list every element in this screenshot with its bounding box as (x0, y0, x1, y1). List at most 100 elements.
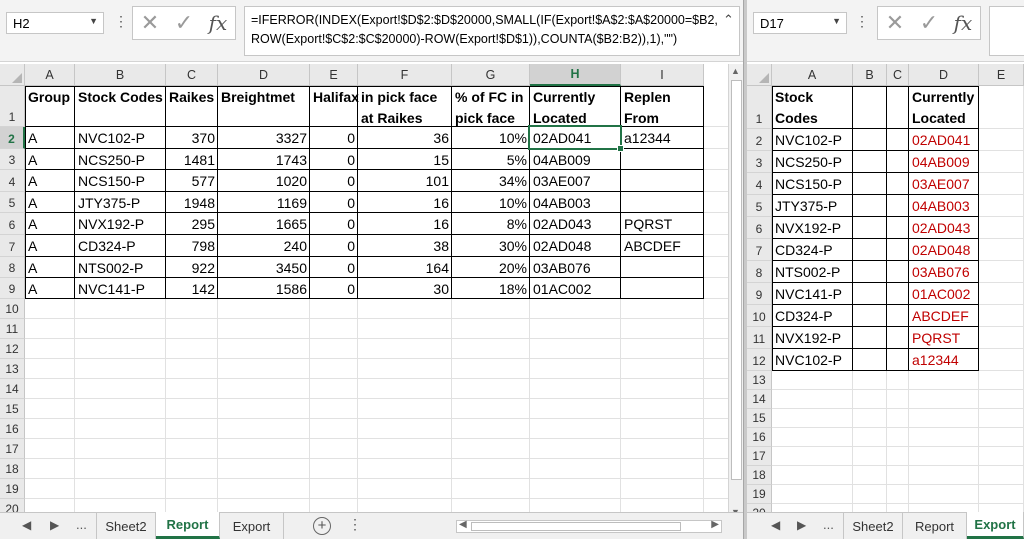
cell-stock-code[interactable]: JTY375-P (75, 193, 166, 213)
row-header-13[interactable]: 13 (0, 359, 25, 379)
cell-pct-fc[interactable]: 10% (452, 128, 530, 148)
row-header-16[interactable]: 16 (0, 419, 25, 439)
more-options-icon[interactable]: ⋮ (114, 13, 128, 30)
row-header-11[interactable]: 11 (747, 327, 772, 349)
cell-currently-located[interactable]: 04AB003 (530, 193, 621, 213)
cell-breightmet[interactable]: 1665 (218, 214, 310, 234)
cell-group[interactable]: A (25, 258, 75, 278)
header-raikes[interactable]: Raikes (166, 86, 218, 127)
cell-in-pick-face[interactable]: 15 (358, 150, 452, 170)
header-in-pick-face[interactable]: in pick face at Raikes (358, 86, 452, 127)
cell-breightmet[interactable]: 3450 (218, 258, 310, 278)
cell-stock-code[interactable]: NVC141-P (75, 279, 166, 299)
formula-input[interactable] (989, 6, 1024, 56)
cell-currently-located[interactable]: 04AB009 (909, 152, 979, 172)
cell-group[interactable]: A (25, 128, 75, 148)
row-header-2[interactable]: 2 (0, 127, 25, 149)
cell-raikes[interactable]: 1948 (166, 193, 218, 213)
cell-replen-from[interactable] (621, 258, 704, 278)
cell-breightmet[interactable]: 240 (218, 236, 310, 256)
cell-group[interactable]: A (25, 171, 75, 191)
row-header-17[interactable]: 17 (747, 447, 772, 466)
column-header-f[interactable]: F (358, 64, 452, 86)
column-header-h[interactable]: H (530, 64, 621, 86)
select-all-button[interactable] (0, 64, 25, 86)
cell-stock-code[interactable]: NCS150-P (75, 171, 166, 191)
cell-group[interactable]: A (25, 279, 75, 299)
more-sheets[interactable]: ... (823, 517, 834, 532)
column-header-a[interactable]: A (25, 64, 75, 86)
row-header-15[interactable]: 15 (0, 399, 25, 419)
row-header-1[interactable]: 1 (747, 86, 772, 129)
scroll-right-icon[interactable]: ▶ (711, 519, 719, 530)
cell-pct-fc[interactable]: 30% (452, 236, 530, 256)
cell-halifax[interactable]: 0 (310, 236, 358, 256)
cell-raikes[interactable]: 370 (166, 128, 218, 148)
header-breightmet[interactable]: Breightmet (218, 86, 310, 127)
cell-raikes[interactable]: 577 (166, 171, 218, 191)
cell-pct-fc[interactable]: 20% (452, 258, 530, 278)
cell-breightmet[interactable]: 1020 (218, 171, 310, 191)
column-header-e[interactable]: E (310, 64, 358, 86)
cell-breightmet[interactable]: 1586 (218, 279, 310, 299)
row-header-4[interactable]: 4 (0, 170, 25, 192)
tab-sheet2[interactable]: Sheet2 (96, 513, 156, 539)
cell-stock-code[interactable]: NVX192-P (772, 328, 853, 348)
cell-stock-code[interactable]: NVC102-P (772, 350, 853, 370)
cell-stock-code[interactable]: CD324-P (772, 306, 853, 326)
cell-pct-fc[interactable]: 18% (452, 279, 530, 299)
row-header-18[interactable]: 18 (747, 466, 772, 485)
cell-stock-code[interactable]: NTS002-P (772, 262, 853, 282)
cell-breightmet[interactable]: 1169 (218, 193, 310, 213)
row-header-8[interactable]: 8 (0, 257, 25, 278)
cell-halifax[interactable]: 0 (310, 171, 358, 191)
cell-stock-code[interactable]: NCS250-P (75, 150, 166, 170)
row-header-12[interactable]: 12 (747, 349, 772, 371)
scroll-tabs-left-icon[interactable]: ◀ (22, 518, 31, 532)
row-header-14[interactable]: 14 (0, 379, 25, 399)
tab-export[interactable]: Export (967, 512, 1024, 539)
chevron-down-icon[interactable]: ▼ (832, 16, 841, 26)
row-header-8[interactable]: 8 (747, 261, 772, 283)
cell-stock-code[interactable]: NVC102-P (772, 130, 853, 150)
cell-group[interactable]: A (25, 193, 75, 213)
cell-replen-from[interactable]: ABCDEF (621, 236, 704, 256)
add-sheet-icon[interactable]: + (313, 517, 331, 535)
row-header-12[interactable]: 12 (0, 339, 25, 359)
cell-pct-fc[interactable]: 8% (452, 214, 530, 234)
cell-currently-located[interactable]: ABCDEF (909, 306, 979, 326)
column-header-g[interactable]: G (452, 64, 530, 86)
insert-function-icon[interactable]: fx (201, 7, 235, 39)
cell-in-pick-face[interactable]: 36 (358, 128, 452, 148)
row-header-10[interactable]: 10 (0, 299, 25, 319)
cell-halifax[interactable]: 0 (310, 128, 358, 148)
row-header-4[interactable]: 4 (747, 173, 772, 195)
cell-pct-fc[interactable]: 34% (452, 171, 530, 191)
header-blank-b[interactable] (853, 86, 887, 129)
horizontal-scroll-thumb[interactable] (471, 522, 681, 531)
row-header-6[interactable]: 6 (747, 217, 772, 239)
vertical-scroll-thumb[interactable] (731, 80, 742, 480)
row-header-18[interactable]: 18 (0, 459, 25, 479)
cell-currently-located[interactable]: 01AC002 (530, 279, 621, 299)
row-header-3[interactable]: 3 (0, 149, 25, 170)
cell-in-pick-face[interactable]: 38 (358, 236, 452, 256)
row-header-11[interactable]: 11 (0, 319, 25, 339)
vertical-scrollbar[interactable]: ▲▼ (728, 64, 743, 519)
row-header-6[interactable]: 6 (0, 213, 25, 235)
column-header-a[interactable]: A (772, 64, 853, 86)
cell-stock-code[interactable]: NTS002-P (75, 258, 166, 278)
cell-currently-located[interactable]: 03AB076 (909, 262, 979, 282)
row-header-5[interactable]: 5 (0, 192, 25, 213)
column-header-d[interactable]: D (218, 64, 310, 86)
cell-group[interactable]: A (25, 150, 75, 170)
cell-halifax[interactable]: 0 (310, 279, 358, 299)
header-halifax[interactable]: Halifax (310, 86, 359, 127)
cell-stock-code[interactable]: NCS150-P (772, 174, 853, 194)
row-header-16[interactable]: 16 (747, 428, 772, 447)
row-header-1[interactable]: 1 (0, 86, 25, 127)
column-header-i[interactable]: I (621, 64, 704, 86)
cell-group[interactable]: A (25, 214, 75, 234)
cell-currently-located[interactable]: 02AD048 (530, 236, 621, 256)
cell-replen-from[interactable] (621, 193, 704, 213)
